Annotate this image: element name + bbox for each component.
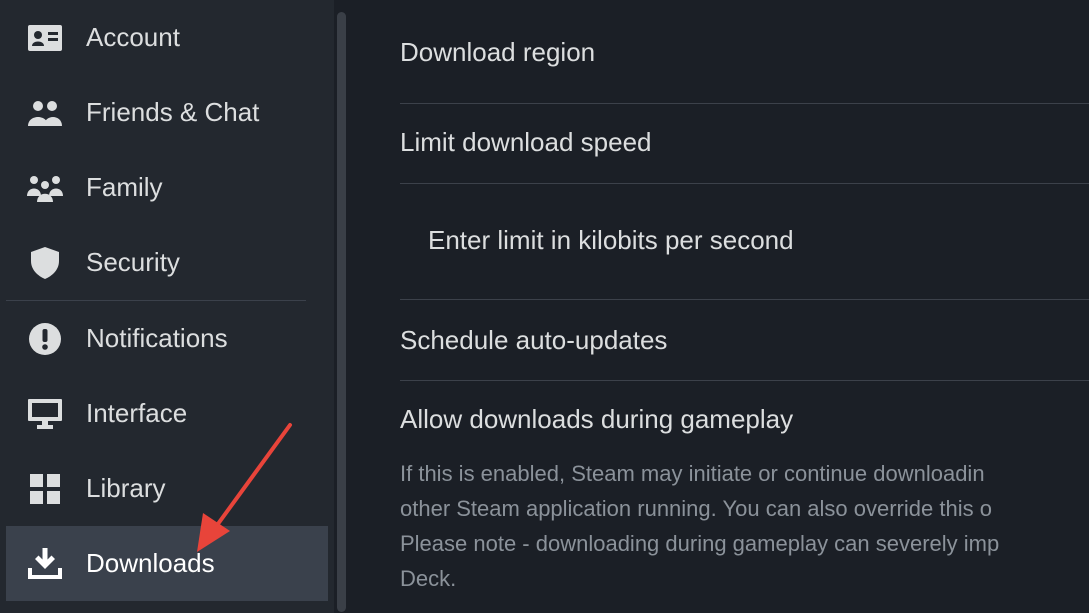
settings-sidebar: Account Friends & Chat Family Security N… xyxy=(0,0,334,613)
gameplay-description: If this is enabled, Steam may initiate o… xyxy=(400,456,1089,596)
sidebar-item-downloads[interactable]: Downloads xyxy=(6,526,328,601)
description-line: Please note - downloading during gamepla… xyxy=(400,531,1000,556)
sidebar-item-security[interactable]: Security xyxy=(6,225,328,300)
sidebar-item-label: Library xyxy=(86,473,166,503)
exclamation-icon xyxy=(26,322,64,356)
friends-icon xyxy=(26,96,64,130)
family-icon xyxy=(26,171,64,205)
sidebar-item-account[interactable]: Account xyxy=(6,0,328,75)
sidebar-item-label: Downloads xyxy=(86,548,215,578)
sidebar-item-label: Friends & Chat xyxy=(86,97,260,127)
shield-icon xyxy=(26,246,64,280)
sidebar-scrollbar-thumb[interactable] xyxy=(337,12,346,612)
description-line: If this is enabled, Steam may initiate o… xyxy=(400,461,985,486)
allow-downloads-gameplay-label[interactable]: Allow downloads during gameplay xyxy=(400,404,1089,435)
sidebar-item-label: Family xyxy=(86,172,163,202)
sidebar-item-friends-chat[interactable]: Friends & Chat xyxy=(6,75,328,150)
row-divider xyxy=(400,299,1089,300)
sidebar-item-notifications[interactable]: Notifications xyxy=(6,301,328,376)
grid-icon xyxy=(26,472,64,506)
sidebar-item-family[interactable]: Family xyxy=(6,150,328,225)
row-divider xyxy=(400,380,1089,381)
speed-limit-input[interactable]: Enter limit in kilobits per second xyxy=(428,225,1089,256)
sidebar-item-label: Security xyxy=(86,247,180,277)
sidebar-item-label: Account xyxy=(86,22,180,52)
row-divider xyxy=(400,183,1089,184)
downloads-settings-panel: Download region Limit download speed Ent… xyxy=(356,0,1089,613)
sidebar-item-label: Notifications xyxy=(86,323,228,353)
download-icon xyxy=(26,547,64,581)
schedule-auto-updates-label[interactable]: Schedule auto-updates xyxy=(400,325,1089,356)
limit-download-speed-label[interactable]: Limit download speed xyxy=(400,127,1089,158)
sidebar-item-interface[interactable]: Interface xyxy=(6,376,328,451)
panel-gutter xyxy=(346,0,356,613)
account-card-icon xyxy=(26,21,64,55)
settings-window: Account Friends & Chat Family Security N… xyxy=(0,0,1089,613)
download-region-label[interactable]: Download region xyxy=(400,37,1089,68)
description-line: other Steam application running. You can… xyxy=(400,496,992,521)
sidebar-item-library[interactable]: Library xyxy=(6,451,328,526)
description-line: Deck. xyxy=(400,566,457,591)
row-divider xyxy=(400,103,1089,104)
monitor-icon xyxy=(26,397,64,431)
sidebar-item-label: Interface xyxy=(86,398,188,428)
